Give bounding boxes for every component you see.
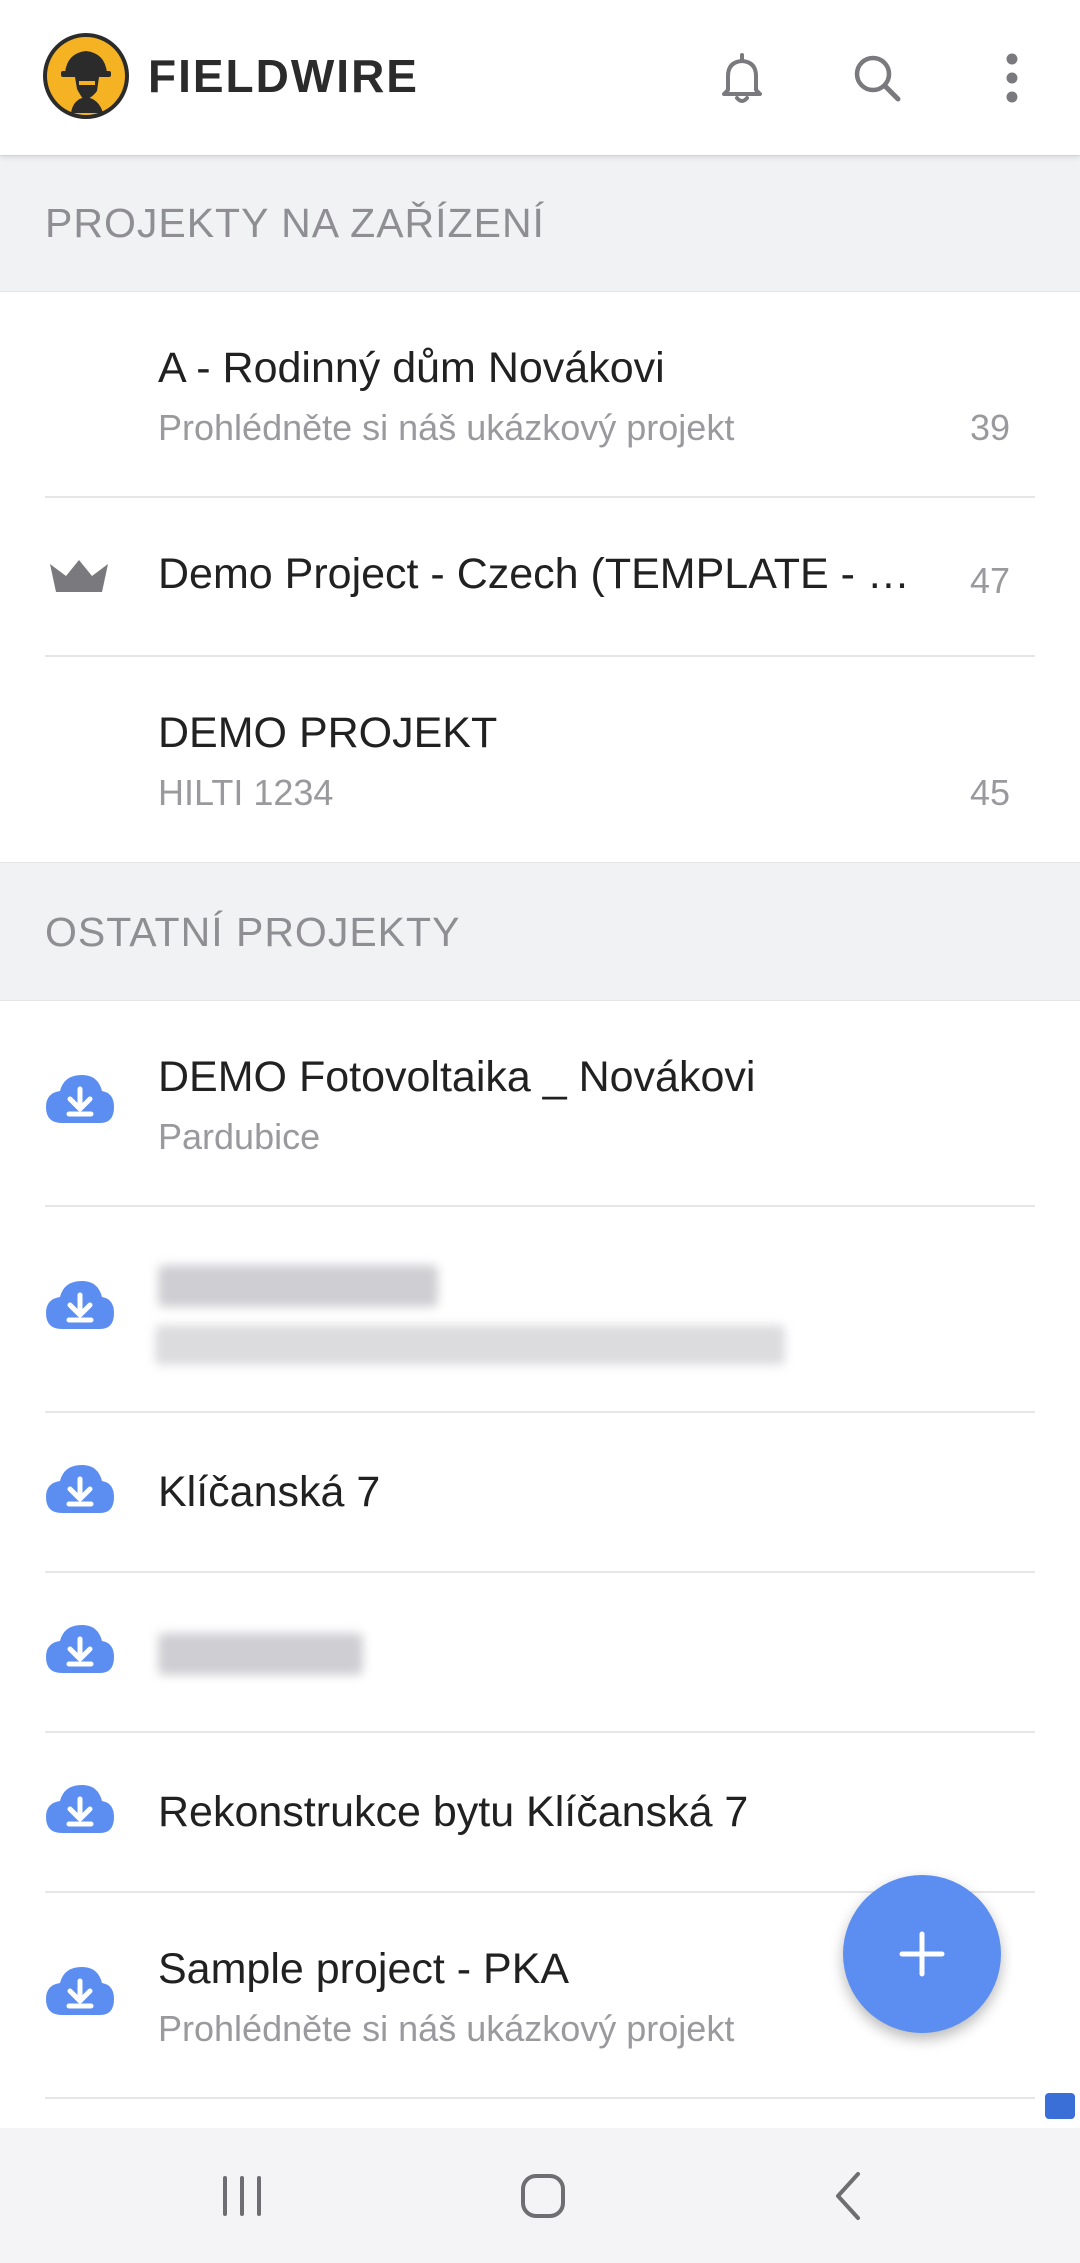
search-button[interactable] — [837, 38, 917, 118]
cloud-download-icon[interactable] — [44, 1623, 116, 1680]
project-title: Rekonstrukce bytu Klíčanská 7 — [158, 1788, 749, 1836]
divider — [45, 2097, 1035, 2099]
redacted-title — [158, 1633, 363, 1675]
cloud-download-icon[interactable] — [44, 1463, 116, 1520]
project-title: DEMO Fotovoltaika _ Novákovi — [158, 1053, 756, 1101]
back-button[interactable] — [803, 2158, 893, 2233]
project-subtitle: Prohlédněte si náš ukázkový projekt — [158, 407, 735, 448]
more-options-button[interactable] — [972, 38, 1052, 118]
project-title: Demo Project - Czech (TEMPLATE - … — [158, 550, 910, 598]
app-bar: FIELDWIRE — [0, 0, 1080, 155]
project-count: 45 — [969, 772, 1010, 813]
cloud-download-icon[interactable] — [44, 1783, 116, 1840]
project-title: Sample project - PKA — [158, 1945, 570, 1993]
back-icon — [836, 2171, 860, 2220]
project-row[interactable]: DEMO PROJEKT HILTI 1234 45 — [0, 657, 1080, 862]
redacted-title — [158, 1265, 438, 1307]
project-count: 47 — [969, 560, 1010, 601]
fieldwire-logo-icon — [43, 33, 129, 119]
cloud-download-icon[interactable] — [44, 1965, 116, 2022]
cloud-download-icon[interactable] — [44, 1279, 116, 1336]
recent-apps-icon — [223, 2175, 261, 2216]
bell-icon — [722, 53, 762, 103]
project-row[interactable] — [0, 1207, 1080, 1413]
project-row[interactable]: Klíčanská 7 — [0, 1413, 1080, 1573]
section-title: PROJEKTY NA ZAŘÍZENÍ — [45, 200, 545, 246]
cloud-download-icon[interactable] — [44, 1073, 116, 1130]
project-count: 39 — [969, 407, 1010, 448]
project-title: DEMO PROJEKT — [158, 709, 498, 757]
work-profile-icon — [1045, 2093, 1075, 2119]
project-row[interactable]: A - Rodinný dům Novákovi Prohlédněte si … — [0, 292, 1080, 498]
project-row[interactable]: Rekonstrukce bytu Klíčanská 7 — [0, 1733, 1080, 1893]
add-project-button[interactable] — [843, 1875, 1001, 2033]
project-row[interactable] — [0, 1573, 1080, 1733]
home-button[interactable] — [498, 2158, 588, 2233]
recent-apps-button[interactable] — [197, 2158, 287, 2233]
section-header-on-device: PROJEKTY NA ZAŘÍZENÍ — [0, 155, 1080, 292]
project-subtitle: Prohlédněte si náš ukázkový projekt — [158, 2008, 735, 2049]
notifications-button[interactable] — [702, 38, 782, 118]
more-vertical-icon — [1006, 53, 1018, 103]
plus-icon — [899, 1931, 945, 1977]
redacted-subtitle — [155, 1325, 785, 1365]
system-navigation-bar — [0, 2128, 1080, 2263]
project-title: Klíčanská 7 — [158, 1468, 381, 1516]
crown-icon — [44, 556, 114, 601]
project-row[interactable]: DEMO Fotovoltaika _ Novákovi Pardubice — [0, 1001, 1080, 1207]
home-icon — [521, 2173, 565, 2218]
project-subtitle: Pardubice — [158, 1116, 321, 1157]
app-brand-name: FIELDWIRE — [148, 50, 419, 102]
section-title: OSTATNÍ PROJEKTY — [45, 909, 461, 955]
project-subtitle: HILTI 1234 — [158, 772, 334, 813]
search-icon — [854, 55, 901, 102]
section-header-other: OSTATNÍ PROJEKTY — [0, 862, 1080, 1001]
project-row[interactable]: Demo Project - Czech (TEMPLATE - … 47 — [0, 498, 1080, 657]
project-title: A - Rodinný dům Novákovi — [158, 344, 665, 392]
